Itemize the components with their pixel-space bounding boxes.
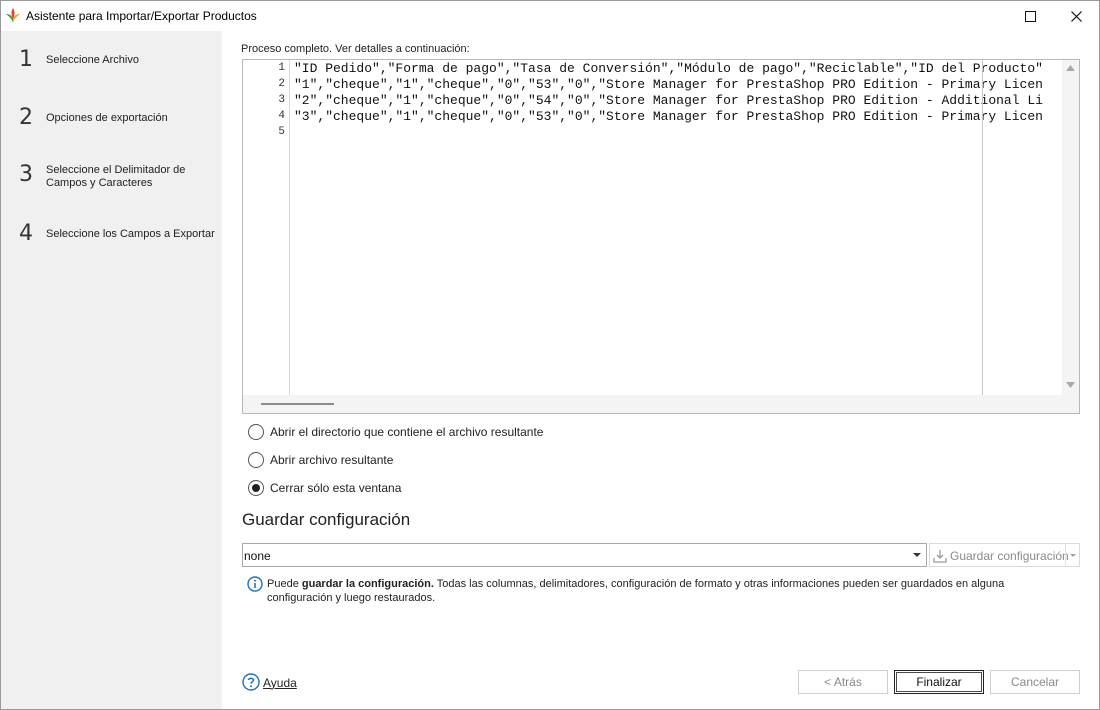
scroll-down-icon[interactable] xyxy=(1066,382,1075,388)
maximize-icon xyxy=(1024,10,1036,22)
title-bar: Asistente para Importar/Exportar Product… xyxy=(1,1,1099,31)
step-label: Seleccione Archivo xyxy=(46,54,139,66)
step-label: Seleccione los Campos a Exportar xyxy=(46,228,215,240)
code-line: "1","cheque","1","cheque","0","53","0","… xyxy=(294,77,1043,92)
maximize-button[interactable] xyxy=(1007,1,1053,31)
code-line: "3","cheque","1","cheque","0","53","0","… xyxy=(294,109,1043,124)
step-label-line1: Seleccione el Delimitador de xyxy=(46,164,186,176)
line-number: 1 xyxy=(278,62,285,74)
help-label[interactable]: Ayuda xyxy=(263,676,297,690)
chevron-down-icon[interactable] xyxy=(913,553,921,557)
line-number: 5 xyxy=(278,126,285,138)
scroll-up-icon[interactable] xyxy=(1066,65,1075,71)
info-bold: guardar la configuración. xyxy=(301,578,434,590)
radio-circle[interactable] xyxy=(248,424,264,440)
code-area[interactable]: "ID Pedido","Forma de pago","Tasa de Con… xyxy=(292,60,1062,395)
save-config-button[interactable]: Guardar configuración xyxy=(929,543,1080,567)
horizontal-scroll-thumb[interactable] xyxy=(261,403,334,405)
step-number: 3 xyxy=(19,162,33,187)
radio-circle-selected[interactable] xyxy=(248,480,264,496)
config-dropdown[interactable]: none xyxy=(242,543,927,567)
save-config-heading: Guardar configuración xyxy=(242,510,411,529)
step-export-options: 2 Opciones de exportación xyxy=(1,105,222,145)
result-preview-editor[interactable]: 1 2 3 4 5 "ID Pedido","Forma de pago","T… xyxy=(242,59,1080,414)
right-margin-line xyxy=(982,60,983,395)
radio-label: Cerrar sólo esta ventana xyxy=(270,481,402,495)
finish-button[interactable]: Finalizar xyxy=(894,670,984,694)
code-line: "ID Pedido","Forma de pago","Tasa de Con… xyxy=(294,61,1043,76)
window-title: Asistente para Importar/Exportar Product… xyxy=(26,9,257,23)
main-content: Proceso completo. Ver detalles a continu… xyxy=(222,31,1099,709)
radio-selected-dot xyxy=(252,484,260,492)
step-number: 1 xyxy=(19,47,33,72)
line-number: 2 xyxy=(278,78,285,90)
step-delimiter: 3 Seleccione el Delimitador de Campos y … xyxy=(1,162,222,202)
line-number: 4 xyxy=(278,110,285,122)
close-icon xyxy=(1070,10,1082,22)
radio-label: Abrir archivo resultante xyxy=(270,453,394,467)
wizard-window: Asistente para Importar/Exportar Product… xyxy=(0,0,1100,710)
chevron-down-icon[interactable] xyxy=(1070,554,1076,557)
close-button[interactable] xyxy=(1053,1,1099,31)
step-select-file: 1 Seleccione Archivo xyxy=(1,47,222,87)
help-icon[interactable] xyxy=(242,673,260,691)
step-number: 4 xyxy=(19,221,33,246)
line-number: 3 xyxy=(278,94,285,106)
back-button[interactable]: < Atrás xyxy=(798,670,888,694)
wizard-steps-sidebar: 1 Seleccione Archivo 2 Opciones de expor… xyxy=(1,31,222,709)
step-number: 2 xyxy=(19,105,33,130)
horizontal-scrollbar[interactable] xyxy=(243,395,1079,413)
info-icon xyxy=(247,576,263,592)
process-status: Proceso completo. Ver detalles a continu… xyxy=(241,43,470,55)
cancel-button[interactable]: Cancelar xyxy=(990,670,1080,694)
split-divider xyxy=(1065,544,1066,566)
step-select-fields: 4 Seleccione los Campos a Exportar xyxy=(1,221,222,261)
save-config-label: Guardar configuración xyxy=(950,549,1069,563)
info-prefix: Puede xyxy=(267,578,302,590)
app-logo-icon xyxy=(6,8,20,23)
radio-label: Abrir el directorio que contiene el arch… xyxy=(270,425,544,439)
step-label: Opciones de exportación xyxy=(46,112,168,124)
vertical-scrollbar[interactable] xyxy=(1062,60,1079,395)
line-number-gutter: 1 2 3 4 5 xyxy=(243,60,290,395)
radio-circle[interactable] xyxy=(248,452,264,468)
code-line: "2","cheque","1","cheque","0","54","0","… xyxy=(294,93,1043,108)
config-selected-value: none xyxy=(244,549,271,563)
save-config-info: Puede guardar la configuración. Todas la… xyxy=(267,577,1067,605)
step-label-line2: Campos y Caracteres xyxy=(46,177,153,189)
save-download-icon xyxy=(933,550,947,563)
